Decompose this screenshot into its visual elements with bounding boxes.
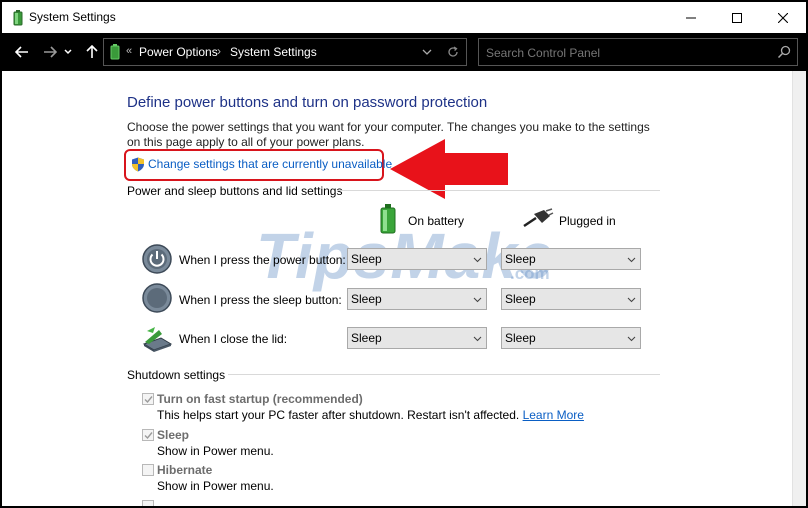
hibernate-option-description: Show in Power menu.	[157, 479, 274, 493]
minimize-icon	[686, 17, 696, 18]
system-settings-window: System Settings « Power Options › System…	[2, 2, 806, 506]
sleep-button-on-battery-select[interactable]: Sleep	[347, 288, 487, 310]
up-arrow-icon	[86, 45, 98, 58]
minimize-button[interactable]	[668, 2, 714, 33]
sleep-option-description: Show in Power menu.	[157, 444, 274, 458]
uac-shield-icon	[132, 157, 144, 172]
title-bar: System Settings	[2, 2, 806, 33]
page-heading: Define power buttons and turn on passwor…	[127, 94, 488, 111]
plugged-in-label: Plugged in	[559, 214, 616, 228]
learn-more-link[interactable]: Learn More	[523, 408, 584, 422]
refresh-icon	[448, 46, 458, 57]
window-title: System Settings	[29, 10, 116, 24]
search-placeholder[interactable]: Search Control Panel	[486, 46, 600, 60]
fast-startup-checkbox[interactable]	[142, 393, 154, 405]
power-button-icon	[142, 244, 172, 274]
fast-startup-label: Turn on fast startup (recommended)	[157, 392, 363, 406]
change-settings-highlight: Change settings that are currently unava…	[124, 149, 392, 181]
sleep-button-plugged-in-value: Sleep	[505, 292, 536, 306]
back-arrow-icon	[15, 46, 28, 58]
close-lid-on-battery-select[interactable]: Sleep	[347, 327, 487, 349]
recent-locations-button[interactable]	[60, 40, 76, 64]
fast-startup-description-text: This helps start your PC faster after sh…	[157, 408, 520, 422]
fast-startup-description: This helps start your PC faster after sh…	[157, 408, 584, 422]
close-button[interactable]	[760, 2, 806, 33]
maximize-icon	[732, 12, 742, 23]
chevron-down-icon	[422, 49, 432, 55]
sleep-button-icon	[142, 283, 172, 313]
breadcrumb-power-options[interactable]: Power Options	[139, 45, 218, 59]
power-group-title: Power and sleep buttons and lid settings	[127, 184, 343, 198]
address-bar[interactable]: « Power Options › System Settings	[103, 38, 467, 66]
laptop-lid-icon	[142, 327, 173, 352]
forward-arrow-icon	[44, 46, 57, 58]
chevron-down-icon	[473, 257, 482, 263]
power-group-divider	[337, 190, 660, 191]
chevron-down-icon	[627, 257, 636, 263]
shutdown-group-title: Shutdown settings	[127, 368, 226, 382]
chevron-down-icon	[473, 336, 482, 342]
content-area: Define power buttons and turn on passwor…	[2, 71, 806, 506]
battery-app-icon	[13, 10, 23, 26]
hibernate-option-label: Hibernate	[157, 463, 213, 477]
search-icon[interactable]	[777, 45, 791, 59]
chevron-down-icon	[627, 336, 636, 342]
close-lid-plugged-in-value: Sleep	[505, 331, 536, 345]
close-icon	[778, 12, 788, 23]
checkmark-icon	[144, 432, 153, 440]
breadcrumb-system-settings[interactable]: System Settings	[230, 45, 317, 59]
address-dropdown-button[interactable]	[418, 43, 436, 61]
close-lid-on-battery-value: Sleep	[351, 331, 382, 345]
close-lid-plugged-in-select[interactable]: Sleep	[501, 327, 641, 349]
power-button-on-battery-value: Sleep	[351, 252, 382, 266]
close-lid-label: When I close the lid:	[179, 332, 288, 346]
shutdown-group-divider	[228, 374, 660, 375]
hibernate-checkbox[interactable]	[142, 464, 154, 476]
chevron-down-icon	[473, 297, 482, 303]
navigation-bar: « Power Options › System Settings Search…	[2, 33, 806, 71]
power-button-plugged-in-value: Sleep	[505, 252, 536, 266]
change-settings-link[interactable]: Change settings that are currently unava…	[148, 157, 392, 171]
power-button-label: When I press the power button:	[179, 253, 346, 267]
scrollbar[interactable]	[792, 71, 806, 506]
search-box[interactable]: Search Control Panel	[478, 38, 798, 66]
battery-location-icon	[110, 44, 120, 60]
chevron-down-icon	[64, 49, 72, 55]
forward-button[interactable]	[38, 40, 62, 64]
sleep-button-on-battery-value: Sleep	[351, 292, 382, 306]
refresh-button[interactable]	[444, 43, 462, 61]
breadcrumb-overflow[interactable]: «	[126, 45, 132, 57]
chevron-down-icon	[627, 297, 636, 303]
power-button-on-battery-select[interactable]: Sleep	[347, 248, 487, 270]
maximize-button[interactable]	[714, 2, 760, 33]
sleep-menu-checkbox[interactable]	[142, 429, 154, 441]
sleep-button-label: When I press the sleep button:	[179, 293, 342, 307]
back-button[interactable]	[10, 40, 34, 64]
power-button-plugged-in-select[interactable]: Sleep	[501, 248, 641, 270]
sleep-option-label: Sleep	[157, 428, 190, 442]
sleep-button-plugged-in-select[interactable]: Sleep	[501, 288, 641, 310]
lock-checkbox-partial[interactable]	[142, 500, 154, 506]
up-button[interactable]	[80, 40, 104, 64]
red-arrow-annotation	[390, 139, 508, 199]
breadcrumb-separator-icon[interactable]: ›	[217, 44, 221, 58]
checkmark-icon	[144, 396, 153, 404]
